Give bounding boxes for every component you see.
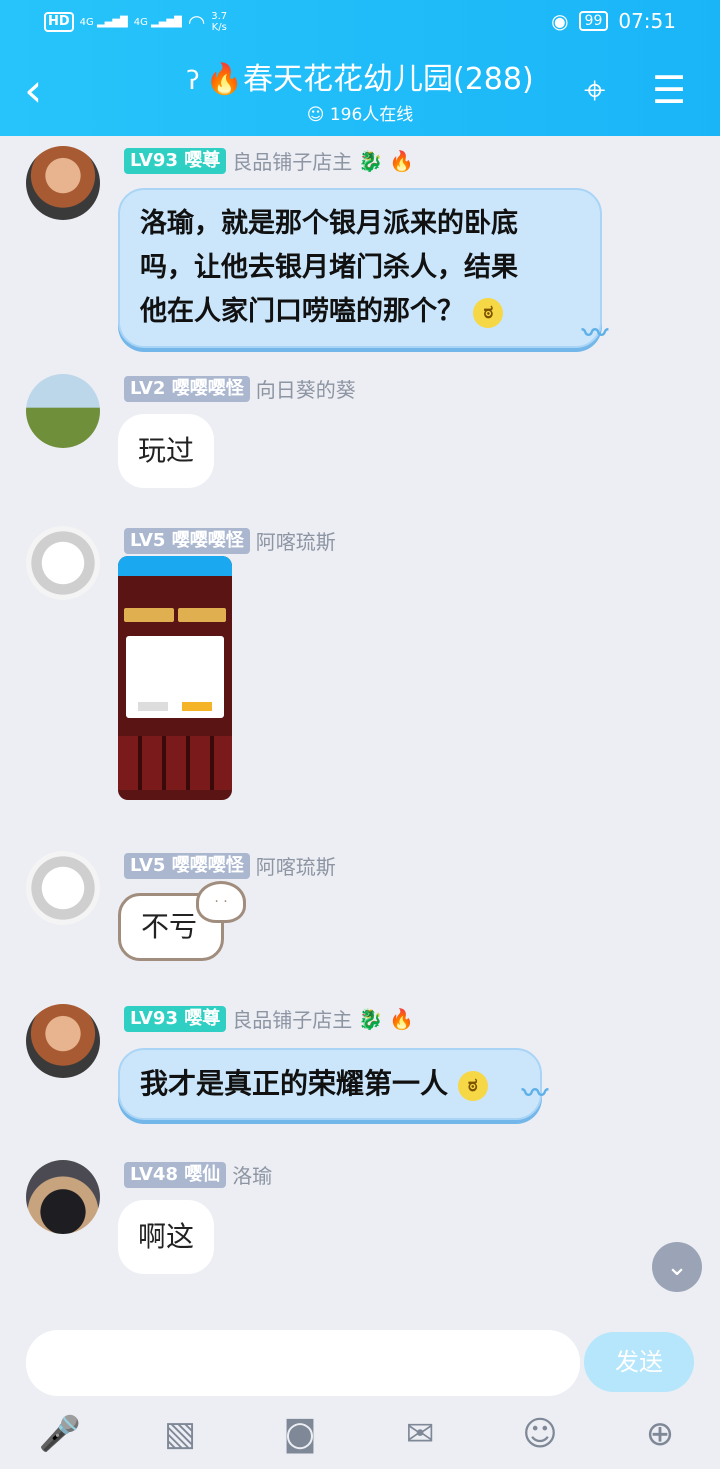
message-list[interactable]: LV93 嘤尊 良品铺子店主 🐉 🔥 洛瑜，就是那个银月派来的卧底 吗，让他去银月… [0, 136, 720, 1316]
wave-decoration-icon: 〰 [521, 1079, 548, 1109]
bunny-decoration-icon: · · [196, 881, 246, 923]
network-speed: 3.7 K/s [211, 11, 228, 33]
message-bubble[interactable]: 啊这 [118, 1200, 215, 1274]
level-badge: LV5 嘤嘤嘤怪 [124, 527, 250, 554]
red-packet-icon[interactable]: ✉ [398, 1412, 442, 1456]
signal-icon: 4G ▂▄▆█ [79, 16, 128, 28]
level-badge: LV48 嘤仙 [124, 1161, 227, 1188]
scroll-to-bottom-button[interactable]: ⌄ [652, 1242, 702, 1292]
ear-icon: ʔ [186, 66, 200, 96]
eye-icon: ◉ [551, 9, 569, 33]
microphone-icon[interactable]: 🎤 [38, 1412, 82, 1456]
image-preview-header [118, 556, 232, 576]
online-count[interactable]: ☺ 196人在线 [140, 100, 580, 125]
battery-indicator: 99 [578, 11, 609, 31]
message-input[interactable] [26, 1330, 580, 1396]
nav-bar: ‹ ʔ 🔥春天花花幼儿园(288) ☺ 196人在线 ⌖ ☰ [0, 44, 720, 136]
avatar[interactable] [26, 374, 100, 448]
menu-icon[interactable]: ☰ [652, 68, 686, 112]
tag-icon[interactable]: ⌖ [584, 68, 605, 112]
back-button[interactable]: ‹ [24, 66, 60, 116]
wave-decoration-icon: 〰 [581, 319, 608, 349]
smirk-emoji-icon: ಠ [457, 1070, 488, 1101]
message-bubble[interactable]: 我才是真正的荣耀第一人 ಠ 〰 [118, 1048, 548, 1120]
emoji-icon[interactable]: ☺ [518, 1412, 562, 1456]
sender-name[interactable]: 洛瑜 [232, 1160, 272, 1189]
avatar[interactable] [26, 146, 100, 220]
sender-name[interactable]: 阿喀琉斯 [256, 851, 336, 880]
status-bar: HD 4G ▂▄▆█ 4G ▂▄▆█ ◠ 3.7 K/s ◉ 99 07:51 [0, 0, 720, 44]
send-button[interactable]: 发送 [584, 1332, 694, 1392]
sender-name[interactable]: 良品铺子店主 [232, 1004, 352, 1033]
image-preview-banner [178, 608, 226, 622]
image-preview-dialog [126, 636, 224, 718]
avatar[interactable] [26, 526, 100, 600]
smirk-emoji-icon: ಠ [473, 297, 504, 328]
dragon-icon: 🐉 [358, 148, 384, 173]
group-title[interactable]: ʔ 🔥春天花花幼儿园(288) [140, 54, 580, 98]
avatar[interactable] [26, 1160, 100, 1234]
sender-name[interactable]: 良品铺子店主 [232, 146, 352, 175]
wifi-icon: ◠ [187, 10, 206, 34]
signal-icon-2: 4G ▂▄▆█ [133, 16, 182, 28]
level-badge: LV93 嘤尊 [124, 147, 227, 174]
flame-icon: 🔥 [389, 1006, 415, 1031]
hd-badge: HD [44, 12, 74, 32]
avatar[interactable] [26, 851, 100, 925]
clock: 07:51 [618, 9, 676, 33]
plus-icon[interactable]: ⊕ [638, 1412, 682, 1456]
image-message[interactable] [118, 556, 232, 800]
dragon-icon: 🐉 [358, 1006, 384, 1031]
image-preview-grid [118, 736, 232, 790]
image-preview-banner [124, 608, 174, 622]
level-badge: LV5 嘤嘤嘤怪 [124, 852, 250, 879]
flame-icon: 🔥 [389, 148, 415, 173]
level-badge: LV2 嘤嘤嘤怪 [124, 375, 250, 402]
message-bubble[interactable]: 玩过 [118, 414, 215, 488]
input-bar: 发送 🎤 ▧ ◙ ✉ ☺ ⊕ [0, 1316, 720, 1469]
sender-name[interactable]: 向日葵的葵 [256, 374, 356, 403]
image-icon[interactable]: ▧ [158, 1412, 202, 1456]
sender-name[interactable]: 阿喀琉斯 [256, 526, 336, 555]
chat-header: HD 4G ▂▄▆█ 4G ▂▄▆█ ◠ 3.7 K/s ◉ 99 07:51 ‹… [0, 0, 720, 136]
level-badge: LV93 嘤尊 [124, 1005, 227, 1032]
camera-icon[interactable]: ◙ [278, 1412, 322, 1456]
fire-icon: 🔥 [205, 62, 243, 97]
avatar[interactable] [26, 1004, 100, 1078]
message-bubble[interactable]: 洛瑜，就是那个银月派来的卧底 吗，让他去银月堵门杀人，结果 他在人家门口唠嗑的那… [118, 188, 608, 349]
